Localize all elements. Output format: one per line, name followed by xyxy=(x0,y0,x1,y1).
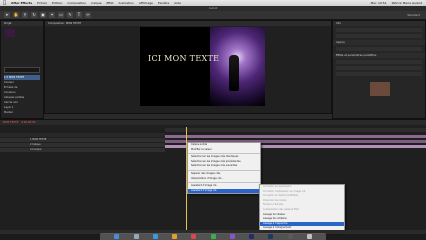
camera-tool-icon[interactable]: ▣ xyxy=(40,12,46,18)
pan-tool-icon[interactable]: ✦ xyxy=(49,12,55,18)
project-thumbnail xyxy=(5,29,15,37)
tab-composition[interactable]: Composition: MON TEXTE xyxy=(45,21,331,26)
brush-tool-icon[interactable]: ✏ xyxy=(85,12,91,18)
menubar-status: Mer. 19:51 Patrick Marie Guibot xyxy=(371,1,422,5)
calendar-icon[interactable] xyxy=(191,234,197,239)
timeline-layer[interactable]: 3 Couleur xyxy=(0,148,165,152)
app-menu[interactable]: After Effects xyxy=(11,1,32,5)
performer-figure xyxy=(229,55,239,91)
menu-affichage[interactable]: Affichage xyxy=(139,1,153,5)
text-tool-icon[interactable]: T xyxy=(76,12,82,18)
time-ruler[interactable] xyxy=(165,128,426,132)
selection-tool-icon[interactable]: ➤ xyxy=(4,12,10,18)
trash-icon[interactable] xyxy=(306,234,312,239)
after-effects-icon[interactable] xyxy=(249,234,254,239)
project-search-input[interactable] xyxy=(4,67,40,73)
zoom-tool-icon[interactable]: ⚲ xyxy=(22,12,28,18)
mail-icon[interactable] xyxy=(172,234,177,239)
context-menu: Calque solide Modifier la valeur Sélecti… xyxy=(187,142,261,195)
layer-header xyxy=(0,133,165,137)
tab-info[interactable]: Info xyxy=(333,21,425,26)
project-item[interactable]: Marker xyxy=(4,110,40,115)
itunes-icon[interactable] xyxy=(229,234,235,239)
menu-aide[interactable]: Aide xyxy=(174,1,181,5)
effects-row[interactable] xyxy=(336,66,422,70)
composition-title-text[interactable]: ICI MON TEXTE xyxy=(148,54,219,63)
tab-project[interactable]: Projet xyxy=(1,21,43,26)
messages-icon[interactable] xyxy=(210,234,216,239)
finder-icon[interactable] xyxy=(114,234,120,239)
menu-fichier[interactable]: Fichier xyxy=(37,1,47,5)
info-row xyxy=(336,34,422,38)
system-preferences-icon[interactable] xyxy=(287,234,293,239)
menu-separator xyxy=(188,153,260,155)
context-menu-item[interactable]: Interpolation d'image clé... xyxy=(188,177,260,182)
menu-fenetre[interactable]: Fenêtre xyxy=(158,1,169,5)
photoshop-icon[interactable] xyxy=(268,234,274,239)
rotate-tool-icon[interactable]: ↻ xyxy=(31,12,37,18)
context-menu-item[interactable]: Sélectionner les images clés suivantes xyxy=(188,164,260,169)
tab-timeline-comp[interactable]: MON TEXTE xyxy=(3,121,18,124)
timeline-tabs: MON TEXTE 0:00:00:00 xyxy=(0,120,426,125)
tab-effects-presets[interactable]: Effets et paramètres prédéfinis xyxy=(333,53,425,58)
tools-panel: ➤ ✋ ⚲ ↻ ▣ ✦ ▭ ✎ T ✏ Standard xyxy=(0,11,426,20)
layer-duration-bar[interactable] xyxy=(165,135,426,138)
hand-tool-icon[interactable]: ✋ xyxy=(13,12,19,18)
workspace-select[interactable]: Standard xyxy=(407,13,420,17)
submenu: Convertir en expression Convertir l'expr… xyxy=(259,184,345,232)
layer-list: 1 MON TEXTE 2 Calque 3 Couleur xyxy=(0,132,165,231)
timeline-layer[interactable]: 1 MON TEXTE xyxy=(0,138,165,142)
right-panels: Info Aperçu Effets et paramètres prédéfi… xyxy=(332,20,426,119)
shape-tool-icon[interactable]: ▭ xyxy=(58,12,64,18)
menu-separator xyxy=(188,182,260,184)
effect-preview-thumbnail xyxy=(370,82,390,96)
menu-edition[interactable]: Edition xyxy=(52,1,62,5)
menu-effet[interactable]: Effet xyxy=(107,1,114,5)
pen-tool-icon[interactable]: ✎ xyxy=(67,12,73,18)
clock: Mer. 19:51 xyxy=(370,1,387,5)
menu-separator xyxy=(188,169,260,171)
effects-row[interactable] xyxy=(336,72,422,76)
safari-icon[interactable] xyxy=(152,234,158,239)
menu-composition[interactable]: Composition xyxy=(67,1,86,5)
launchpad-icon[interactable] xyxy=(133,234,139,239)
timeline-layer[interactable]: 2 Calque xyxy=(0,143,165,147)
preview-controls[interactable] xyxy=(336,47,422,51)
context-menu-item-active[interactable]: Assistant d'image clé xyxy=(188,188,260,194)
context-menu-item[interactable]: Modifier la valeur xyxy=(188,148,260,153)
menu-animation[interactable]: Animation xyxy=(119,1,134,5)
tab-preview[interactable]: Aperçu xyxy=(333,40,425,45)
timecode[interactable]: 0:00:00:00 xyxy=(21,121,35,124)
user-name[interactable]: Patrick Marie Guibot xyxy=(392,1,422,5)
effects-row[interactable] xyxy=(336,60,422,64)
project-panel: Projet 1 0 MON TEXTE Couleur Echelle de … xyxy=(0,20,44,119)
menu-calque[interactable]: Calque xyxy=(91,1,101,5)
project-tree: 1 0 MON TEXTE Couleur Echelle de Couleur… xyxy=(4,75,40,115)
info-row xyxy=(336,28,422,32)
dock xyxy=(100,233,326,240)
